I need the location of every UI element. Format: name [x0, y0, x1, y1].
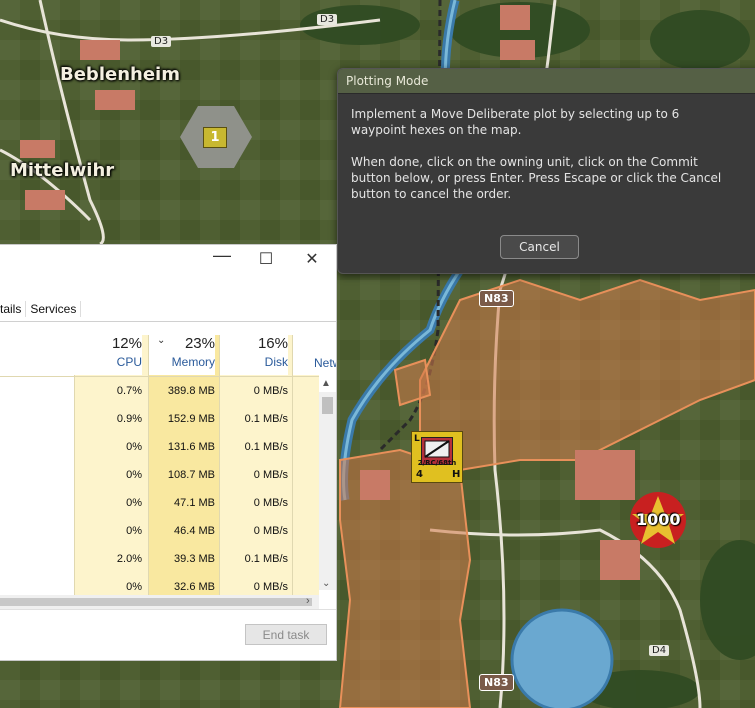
network-label: Netw	[314, 356, 336, 370]
memory-cell: 47.1 MB	[174, 497, 215, 509]
road-label-d3: D3	[151, 36, 172, 47]
memory-cell: 152.9 MB	[167, 413, 215, 425]
unit-move-type: H	[452, 469, 461, 480]
disk-cell: 0.1 MB/s	[244, 413, 288, 425]
victory-points-label: 1000	[636, 510, 681, 529]
scroll-down-icon[interactable]: ⌄	[322, 578, 330, 589]
town-label-mittelwihr: Mittelwihr	[10, 160, 115, 181]
cpu-cell: 0%	[126, 525, 142, 537]
road-label-n83: N83	[479, 290, 514, 307]
network-percent	[293, 335, 336, 353]
town-label-beblenheim: Beblenheim	[60, 64, 180, 85]
memory-cell: 46.4 MB	[174, 525, 215, 537]
memory-cell: 32.6 MB	[174, 581, 215, 593]
horizontal-scroll-thumb[interactable]	[0, 598, 312, 606]
scroll-up-icon[interactable]: ▲	[321, 378, 331, 389]
disk-cell: 0 MB/s	[253, 525, 288, 537]
disk-label: Disk	[264, 355, 288, 369]
tab-services[interactable]: Services	[26, 301, 82, 317]
column-header-network[interactable]: Netw	[293, 335, 336, 375]
disk-cell: 0.1 MB/s	[244, 441, 288, 453]
cpu-cell: 0%	[126, 497, 142, 509]
scroll-right-icon[interactable]: ›	[306, 595, 310, 607]
footer-divider	[0, 609, 336, 610]
chevron-down-icon: ⌄	[157, 335, 166, 346]
header-divider	[0, 376, 319, 377]
memory-cell: 108.7 MB	[167, 469, 215, 481]
cpu-cell: 0.7%	[116, 385, 142, 397]
end-task-button[interactable]: End task	[245, 624, 327, 645]
disk-cell: 0 MB/s	[253, 385, 288, 397]
column-header-memory[interactable]: ⌄ 23% Memory	[149, 335, 215, 375]
disk-cell: 0 MB/s	[253, 497, 288, 509]
memory-label: Memory	[171, 355, 215, 369]
cpu-cell: 0%	[126, 441, 142, 453]
column-header-disk[interactable]: 16% Disk	[220, 335, 288, 375]
column-header-cpu[interactable]: 12% CPU	[72, 335, 142, 375]
disk-percent: 16%	[257, 335, 288, 352]
unit-counter[interactable]: L 2/RC/68th 4 H	[411, 431, 463, 483]
cpu-cell: 0%	[126, 581, 142, 593]
task-manager-tabs: tails Services	[0, 301, 82, 321]
disk-cell: 0.1 MB/s	[244, 553, 288, 565]
hex-marker[interactable]: 1	[203, 127, 227, 148]
unit-top-left: L	[414, 434, 420, 444]
minimize-icon[interactable]: —	[207, 245, 237, 266]
vertical-scrollbar[interactable]	[319, 392, 336, 590]
task-manager-window: — ☐ ✕ tails Services 12% CPU ⌄ 23% Memory…	[0, 244, 337, 661]
road-label-d4: D4	[649, 645, 670, 656]
maximize-icon[interactable]: ☐	[251, 249, 281, 269]
unit-strength: 4	[416, 469, 423, 480]
tab-details[interactable]: tails	[0, 301, 27, 317]
memory-cell: 39.3 MB	[174, 553, 215, 565]
disk-cell: 0 MB/s	[253, 581, 288, 593]
close-icon[interactable]: ✕	[297, 249, 327, 269]
dialog-instructions-1: Implement a Move Deliberate plot by sele…	[351, 107, 680, 137]
disk-cell: 0 MB/s	[253, 469, 288, 481]
road-label-d3: D3	[317, 14, 338, 25]
cpu-cell: 2.0%	[116, 553, 142, 565]
dialog-instructions-2: When done, click on the owning unit, cli…	[351, 155, 722, 201]
plotting-mode-dialog: Plotting Mode Implement a Move Deliberat…	[337, 68, 755, 274]
memory-cell: 389.8 MB	[167, 385, 215, 397]
dialog-title: Plotting Mode	[338, 69, 755, 94]
unit-id: 2/RC/68th	[417, 459, 457, 467]
tab-divider	[0, 321, 336, 322]
cpu-cell: 0.9%	[116, 413, 142, 425]
memory-cell: 131.6 MB	[167, 441, 215, 453]
road-label-n83: N83	[479, 674, 514, 691]
vertical-scroll-thumb[interactable]	[322, 397, 333, 414]
cpu-percent: 12%	[111, 335, 142, 352]
cpu-cell: 0%	[126, 469, 142, 481]
cpu-label: CPU	[116, 355, 142, 369]
cancel-button[interactable]: Cancel	[500, 235, 579, 259]
